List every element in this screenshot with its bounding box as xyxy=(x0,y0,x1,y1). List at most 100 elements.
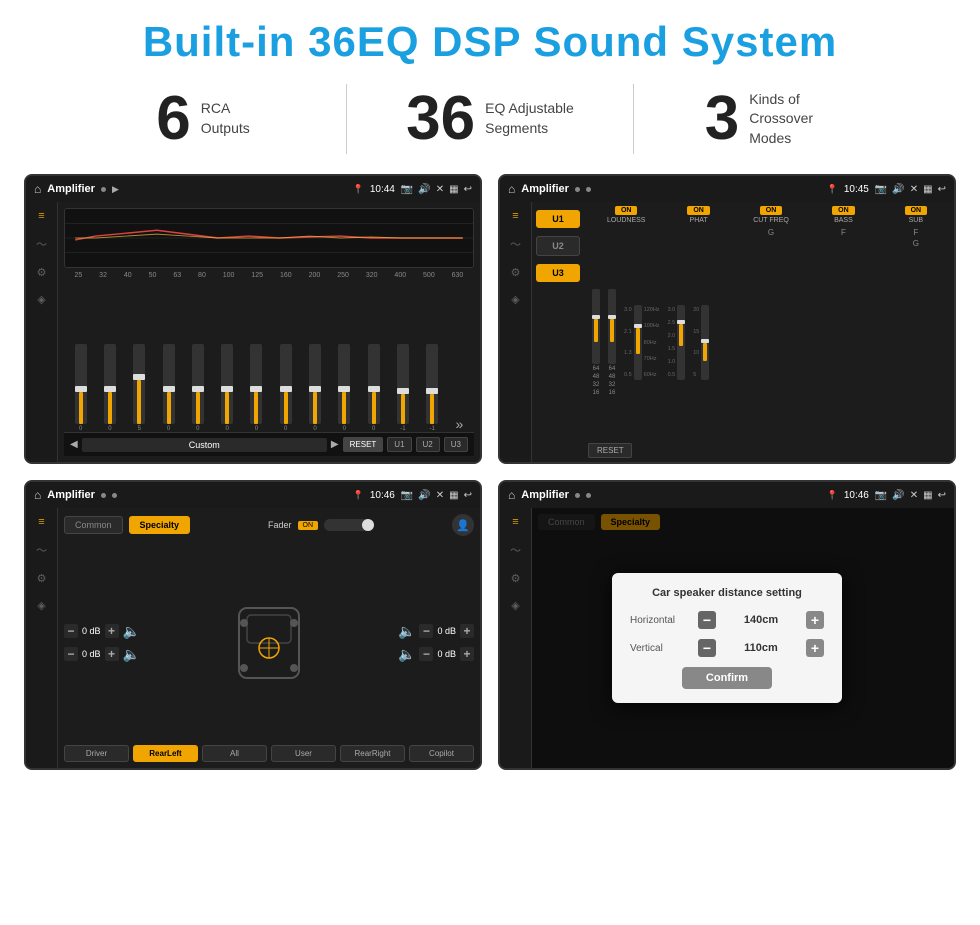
sp-minus-2[interactable]: − xyxy=(64,647,78,661)
cx-icon-wave[interactable]: 〜 xyxy=(510,236,521,252)
cx-icon-speaker[interactable]: ◈ xyxy=(511,293,519,306)
back-icon[interactable]: ↩ xyxy=(464,184,472,195)
sp-controls-area: − 0 dB + 🔈 − 0 dB + 🔈 xyxy=(64,544,474,741)
cx-sub-on[interactable]: ON xyxy=(905,206,928,215)
cx-back-icon[interactable]: ↩ xyxy=(938,184,946,195)
sp-tab-common[interactable]: Common xyxy=(64,516,123,534)
eq-more-arrow[interactable]: » xyxy=(456,416,464,432)
sp-back-icon[interactable]: ↩ xyxy=(464,490,472,501)
sp-icon-settings[interactable]: ⚙ xyxy=(37,572,47,585)
dialog-screen: ⌂ Amplifier 📍 10:46 📷 🔊 ✕ ▦ ↩ ≡ 〜 ⚙ ◈ xyxy=(498,480,956,770)
eq-preset-label: Custom xyxy=(82,438,327,452)
dl-icon-eq[interactable]: ≡ xyxy=(512,516,518,528)
cx-topbar-icons: 📷 🔊 ✕ ▦ ↩ xyxy=(875,184,946,195)
cx-reset-btn[interactable]: RESET xyxy=(588,443,632,458)
dl-vertical-minus[interactable]: − xyxy=(698,639,716,657)
eq-reset-btn[interactable]: RESET xyxy=(343,437,384,452)
cx-cutfreq-sliders: 3.0 2.1 1.3 0.5 120Hz xyxy=(624,305,660,380)
sp-minus-1[interactable]: − xyxy=(64,624,78,638)
dl-close-icon[interactable]: ✕ xyxy=(910,490,918,501)
dl-vertical-plus[interactable]: + xyxy=(806,639,824,657)
sp-volume-icon: 🔊 xyxy=(418,490,430,501)
cx-u1-btn[interactable]: U1 xyxy=(536,210,580,228)
page-header: Built-in 36EQ DSP Sound System xyxy=(0,0,980,76)
stats-row: 6 RCA Outputs 36 EQ Adjustable Segments … xyxy=(0,76,980,170)
sp-close-icon[interactable]: ✕ xyxy=(436,490,444,501)
sp-btn-rearright[interactable]: RearRight xyxy=(340,745,405,762)
dl-icon-wave[interactable]: 〜 xyxy=(510,542,521,558)
eq-u3-btn[interactable]: U3 xyxy=(444,437,468,452)
cx-sidebar: ≡ 〜 ⚙ ◈ xyxy=(500,202,532,462)
sp-topbar-icons: 📷 🔊 ✕ ▦ ↩ xyxy=(401,490,472,501)
cx-phat-on[interactable]: ON xyxy=(687,206,710,215)
eq-next-btn[interactable]: ▶ xyxy=(331,439,339,450)
eq-slider-13: -1 xyxy=(426,344,438,432)
eq-icon-wave[interactable]: 〜 xyxy=(36,236,47,252)
sp-plus-2[interactable]: + xyxy=(105,647,119,661)
stat-crossover: 3 Kinds of Crossover Modes xyxy=(634,88,920,150)
sp-btn-user[interactable]: User xyxy=(271,745,336,762)
cx-bass-on[interactable]: ON xyxy=(832,206,855,215)
close-icon[interactable]: ✕ xyxy=(436,184,444,195)
eq-play-icon[interactable]: ▶ xyxy=(112,184,119,195)
cx-u2-btn[interactable]: U2 xyxy=(536,236,580,256)
sp-btn-driver[interactable]: Driver xyxy=(64,745,129,762)
sp-home-icon[interactable]: ⌂ xyxy=(34,488,41,502)
sp-icon-wave[interactable]: 〜 xyxy=(36,542,47,558)
eq-slider-10: 0 xyxy=(338,344,350,432)
dl-icon-distribute[interactable]: ◈ xyxy=(511,599,519,612)
sp-left-controls: − 0 dB + 🔈 − 0 dB + 🔈 xyxy=(64,544,140,741)
sp-profile-icon[interactable]: 👤 xyxy=(452,514,474,536)
home-icon[interactable]: ⌂ xyxy=(34,182,41,196)
sp-fader-track[interactable] xyxy=(324,519,374,531)
sp-speaker-icon-3: 🔈 xyxy=(398,623,415,640)
page-title: Built-in 36EQ DSP Sound System xyxy=(20,18,960,66)
sp-fader-label: Fader xyxy=(268,520,292,530)
eq-topbar: ⌂ Amplifier ▶ 📍 10:44 📷 🔊 ✕ ▦ ↩ xyxy=(26,176,480,202)
cx-close-icon[interactable]: ✕ xyxy=(910,184,918,195)
dl-vertical-row: Vertical − 110cm + xyxy=(630,639,824,657)
sp-icon-eq[interactable]: ≡ xyxy=(38,516,44,528)
eq-slider-5: 0 xyxy=(192,344,204,432)
sp-plus-1[interactable]: + xyxy=(105,624,119,638)
sp-minus-4[interactable]: − xyxy=(419,647,433,661)
dl-horizontal-minus[interactable]: − xyxy=(698,611,716,629)
sp-btn-all[interactable]: All xyxy=(202,745,267,762)
dl-icon-settings[interactable]: ⚙ xyxy=(511,572,521,585)
cx-bass-col: ON BASS xyxy=(809,206,877,224)
dl-status-dot2 xyxy=(586,493,591,498)
stat-eq: 36 EQ Adjustable Segments xyxy=(347,88,633,150)
cx-loudness-on[interactable]: ON xyxy=(615,206,638,215)
eq-prev-btn[interactable]: ◀ xyxy=(70,439,78,450)
eq-icon-settings[interactable]: ⚙ xyxy=(37,266,47,279)
eq-icon-active[interactable]: ≡ xyxy=(38,210,44,222)
sp-tab-specialty[interactable]: Specialty xyxy=(129,516,191,534)
dl-home-icon[interactable]: ⌂ xyxy=(508,488,515,502)
dl-confirm-button[interactable]: Confirm xyxy=(682,667,772,689)
eq-content: ≡ 〜 ⚙ ◈ xyxy=(26,202,480,462)
sp-btn-rearleft[interactable]: RearLeft xyxy=(133,745,198,762)
cx-icon-settings[interactable]: ⚙ xyxy=(511,266,521,279)
sp-fader-on[interactable]: ON xyxy=(298,521,319,530)
sp-icon-distribute[interactable]: ◈ xyxy=(37,599,45,612)
sp-plus-4[interactable]: + xyxy=(460,647,474,661)
sp-content: ≡ 〜 ⚙ ◈ Common Specialty Fader ON xyxy=(26,508,480,768)
cx-cutfreq-on[interactable]: ON xyxy=(760,206,783,215)
dl-horizontal-plus[interactable]: + xyxy=(806,611,824,629)
eq-sidebar: ≡ 〜 ⚙ ◈ xyxy=(26,202,58,462)
dl-topbar: ⌂ Amplifier 📍 10:46 📷 🔊 ✕ ▦ ↩ xyxy=(500,482,954,508)
sp-plus-3[interactable]: + xyxy=(460,624,474,638)
sp-speaker-icon-1: 🔈 xyxy=(123,623,140,640)
sp-btn-copilot[interactable]: Copilot xyxy=(409,745,474,762)
cx-icon-eq[interactable]: ≡ xyxy=(512,210,518,222)
eq-u1-btn[interactable]: U1 xyxy=(387,437,411,452)
cx-home-icon[interactable]: ⌂ xyxy=(508,182,515,196)
cx-main: U1 U2 U3 ON LOUDNESS ON PHAT xyxy=(532,202,954,462)
cx-u3-btn[interactable]: U3 xyxy=(536,264,580,282)
cx-loudness-sliders: 64 48 32 16 xyxy=(592,289,600,396)
eq-u2-btn[interactable]: U2 xyxy=(416,437,440,452)
sp-fader-knob[interactable] xyxy=(362,519,374,531)
eq-icon-speaker[interactable]: ◈ xyxy=(37,293,45,306)
dl-back-icon[interactable]: ↩ xyxy=(938,490,946,501)
sp-minus-3[interactable]: − xyxy=(419,624,433,638)
